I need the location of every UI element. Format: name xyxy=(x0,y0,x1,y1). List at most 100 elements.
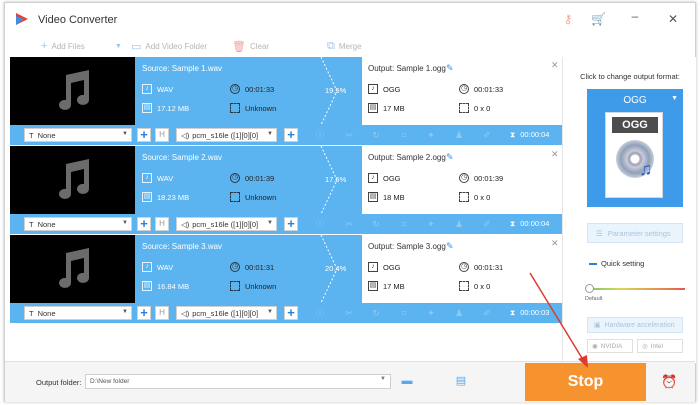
speaker-icon: ◁) xyxy=(181,308,190,318)
output-info: Output: Sample 2.ogg ✎ ✕ ♪ OGG ▤ 18 MB ◷ 00… xyxy=(362,146,562,214)
browse-folder-icon[interactable]: ▬ xyxy=(400,375,414,387)
progress-percent: 19.5% xyxy=(325,86,347,95)
info-icon[interactable]: ⓘ xyxy=(314,307,326,319)
audio-track-select[interactable]: ◁) pcm_s16le ([1][0][0] ▼ xyxy=(176,306,277,320)
music-note-icon xyxy=(58,248,89,288)
source-name: Source: Sample 1.wav xyxy=(142,64,223,73)
resolution-icon xyxy=(459,192,469,202)
add-subtitle-button[interactable]: + xyxy=(137,217,151,231)
chip-icon: ▣ xyxy=(594,322,601,329)
output-folder-label: Output folder: xyxy=(36,378,82,387)
subtitle-select[interactable]: T None ▼ xyxy=(24,217,132,231)
info-icon[interactable]: ⓘ xyxy=(314,129,326,141)
close-window-button[interactable]: ✕ xyxy=(666,12,680,26)
output-format: OGG xyxy=(383,84,401,94)
add-video-folder-label: Add Video Folder xyxy=(145,41,208,51)
task-controls: T None ▼ + H ◁) pcm_s16le ([1][0][0] ▼ +… xyxy=(10,214,562,234)
audio-track-select[interactable]: ◁) pcm_s16le ([1][0][0] ▼ xyxy=(176,217,277,231)
add-audio-button[interactable]: + xyxy=(284,217,298,231)
resolution-icon xyxy=(459,103,469,113)
add-files-dropdown[interactable]: ▼ xyxy=(115,39,122,53)
edit-name-icon[interactable]: ✎ xyxy=(446,152,454,163)
effects-icon[interactable]: ✦ xyxy=(425,129,437,141)
scissors-icon[interactable]: ✂ xyxy=(343,218,355,230)
remove-task-icon[interactable]: ✕ xyxy=(551,149,559,160)
edit-icon[interactable]: ✐ xyxy=(481,218,493,230)
remove-task-icon[interactable]: ✕ xyxy=(551,238,559,249)
hardware-acceleration-button[interactable]: ▣ Hardware acceleration xyxy=(587,317,683,333)
progress-percent: 17.6% xyxy=(325,175,347,184)
trim-duration: ⧗ 00:00:04 xyxy=(510,130,549,140)
merge-label: Merge xyxy=(338,41,362,51)
hourglass-icon: ⧗ xyxy=(510,308,516,317)
scissors-icon[interactable]: ✂ xyxy=(343,129,355,141)
quick-setting-label: Quick setting xyxy=(601,259,645,268)
subtitle-select[interactable]: T None ▼ xyxy=(24,128,132,142)
edit-name-icon[interactable]: ✎ xyxy=(446,63,454,74)
rotate-icon[interactable]: ↻ xyxy=(370,307,382,319)
chevron-down-icon: ▼ xyxy=(122,131,128,137)
effects-icon[interactable]: ✦ xyxy=(425,218,437,230)
clock-icon: ◷ xyxy=(230,173,240,183)
crop-icon[interactable]: ⌗ xyxy=(398,129,410,141)
resolution-icon xyxy=(230,281,240,291)
parameter-settings-button[interactable]: ☰ Parameter settings xyxy=(587,223,683,243)
effects-icon[interactable]: ✦ xyxy=(425,307,437,319)
edit-name-icon[interactable]: ✎ xyxy=(446,241,454,252)
output-format-selector[interactable]: OGG ▼ OGG ♫ xyxy=(587,89,683,207)
watermark-icon[interactable]: ♟ xyxy=(453,307,465,319)
folder-icon: ▭ xyxy=(131,40,142,53)
intel-icon: ◎ xyxy=(642,343,648,350)
add-files-button[interactable]: + Add Files xyxy=(41,39,85,53)
subtitle-select[interactable]: T None ▼ xyxy=(24,306,132,320)
add-audio-button[interactable]: + xyxy=(284,128,298,142)
source-format: WAV xyxy=(157,173,174,183)
add-subtitle-button[interactable]: + xyxy=(137,306,151,320)
nvidia-option[interactable]: ◉ NVIDIA xyxy=(587,339,633,353)
watermark-icon[interactable]: ♟ xyxy=(453,129,465,141)
add-audio-button[interactable]: + xyxy=(284,306,298,320)
music-note-icon xyxy=(58,70,89,110)
intel-option[interactable]: ◎ Intel xyxy=(637,339,683,353)
crop-icon[interactable]: ⌗ xyxy=(398,307,410,319)
remove-task-icon[interactable]: ✕ xyxy=(551,60,559,71)
audio-track-select[interactable]: ◁) pcm_s16le ([1][0][0] ▼ xyxy=(176,128,277,142)
trim-duration-value: 00:00:04 xyxy=(520,219,550,228)
clear-button[interactable]: 🗑 Clear xyxy=(232,39,269,53)
rotate-icon[interactable]: ↻ xyxy=(370,218,382,230)
edit-icon[interactable]: ✐ xyxy=(481,307,493,319)
alarm-clock-icon[interactable]: ⏰ xyxy=(661,374,677,390)
trim-duration: ⧗ 00:00:04 xyxy=(510,219,549,229)
open-folder-icon[interactable]: ▤ xyxy=(454,375,468,387)
rotate-icon[interactable]: ↻ xyxy=(370,129,382,141)
add-video-folder-button[interactable]: ▭ Add Video Folder xyxy=(131,39,207,53)
subtitle-toggle-button[interactable]: H xyxy=(155,306,169,320)
minimize-button[interactable]: – xyxy=(628,9,642,23)
thumbnail[interactable] xyxy=(10,235,135,303)
output-size: 18 MB xyxy=(383,192,405,202)
thumbnail[interactable] xyxy=(10,57,135,125)
slider-default-label: Default xyxy=(585,296,603,302)
edit-icon[interactable]: ✐ xyxy=(481,129,493,141)
file-format-icon: ♪ xyxy=(368,262,378,272)
info-icon[interactable]: ⓘ xyxy=(314,218,326,230)
quality-slider-track[interactable] xyxy=(589,288,685,290)
scissors-icon[interactable]: ✂ xyxy=(343,307,355,319)
cart-icon[interactable]: 🛒 xyxy=(591,12,606,26)
quality-slider-handle[interactable] xyxy=(585,284,594,293)
output-folder-input[interactable]: D:\New folder xyxy=(85,374,391,389)
stop-button[interactable]: Stop xyxy=(525,363,646,401)
thumbnail[interactable] xyxy=(10,146,135,214)
merge-button[interactable]: ⧉ Merge xyxy=(327,39,362,53)
key-icon[interactable]: ⚷ xyxy=(561,12,575,26)
subtitle-value: None xyxy=(37,308,56,318)
add-subtitle-button[interactable]: + xyxy=(137,128,151,142)
output-duration: 00:01:39 xyxy=(474,173,504,183)
resolution-icon xyxy=(230,103,240,113)
watermark-icon[interactable]: ♟ xyxy=(453,218,465,230)
subtitle-toggle-button[interactable]: H xyxy=(155,217,169,231)
crop-icon[interactable]: ⌗ xyxy=(398,218,410,230)
app-window: Video Converter ⚷ 🛒 – ✕ + Add Files ▼ ▭ … xyxy=(4,2,696,402)
chevron-down-icon[interactable]: ▼ xyxy=(380,376,386,382)
subtitle-toggle-button[interactable]: H xyxy=(155,128,169,142)
